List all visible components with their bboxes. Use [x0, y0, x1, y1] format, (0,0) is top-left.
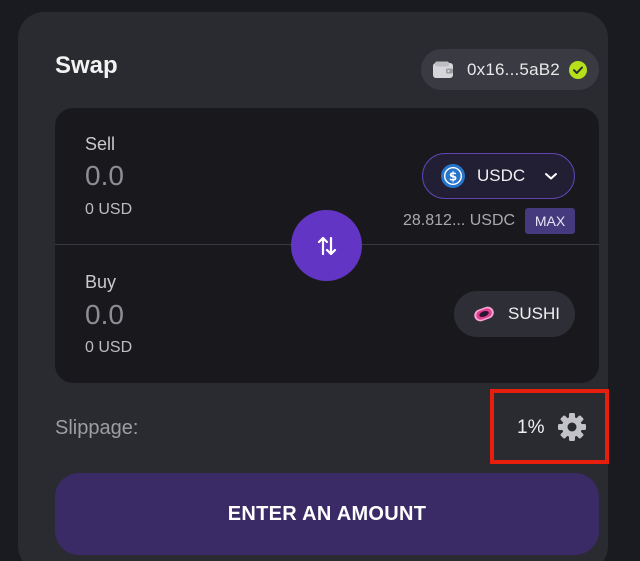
slippage-value: 1%: [517, 417, 545, 438]
wallet-icon: [432, 61, 454, 79]
flip-tokens-button[interactable]: [291, 210, 362, 281]
buy-token-selector[interactable]: SUSHI: [454, 291, 575, 337]
buy-token-symbol: SUSHI: [508, 304, 560, 323]
max-button[interactable]: MAX: [525, 208, 575, 234]
page-title: Swap: [55, 52, 118, 79]
sell-amount-input[interactable]: 0.0: [85, 160, 124, 192]
enter-amount-button[interactable]: ENTER AN AMOUNT: [55, 473, 599, 555]
usdc-icon: $: [441, 164, 465, 188]
svg-text:$: $: [449, 169, 457, 183]
sell-balance: 28.812... USDC: [403, 212, 516, 229]
sushi-icon: [472, 302, 496, 326]
sell-token-selector[interactable]: $ USDC: [422, 153, 575, 199]
swap-arrows-icon: [315, 234, 339, 258]
wallet-address: 0x16...5aB2: [467, 59, 560, 79]
check-icon: [569, 60, 587, 79]
sell-token-symbol: USDC: [477, 166, 526, 185]
buy-usd-value: 0 USD: [85, 339, 133, 356]
buy-amount-input[interactable]: 0.0: [85, 299, 124, 331]
wallet-button[interactable]: 0x16...5aB2: [421, 49, 599, 90]
sell-usd-value: 0 USD: [85, 201, 133, 218]
slippage-label: Slippage:: [55, 417, 139, 439]
highlight-box: [490, 389, 609, 464]
buy-label: Buy: [85, 272, 117, 292]
chevron-down-icon: [544, 169, 558, 183]
gear-icon[interactable]: [556, 411, 588, 443]
sell-label: Sell: [85, 134, 116, 154]
